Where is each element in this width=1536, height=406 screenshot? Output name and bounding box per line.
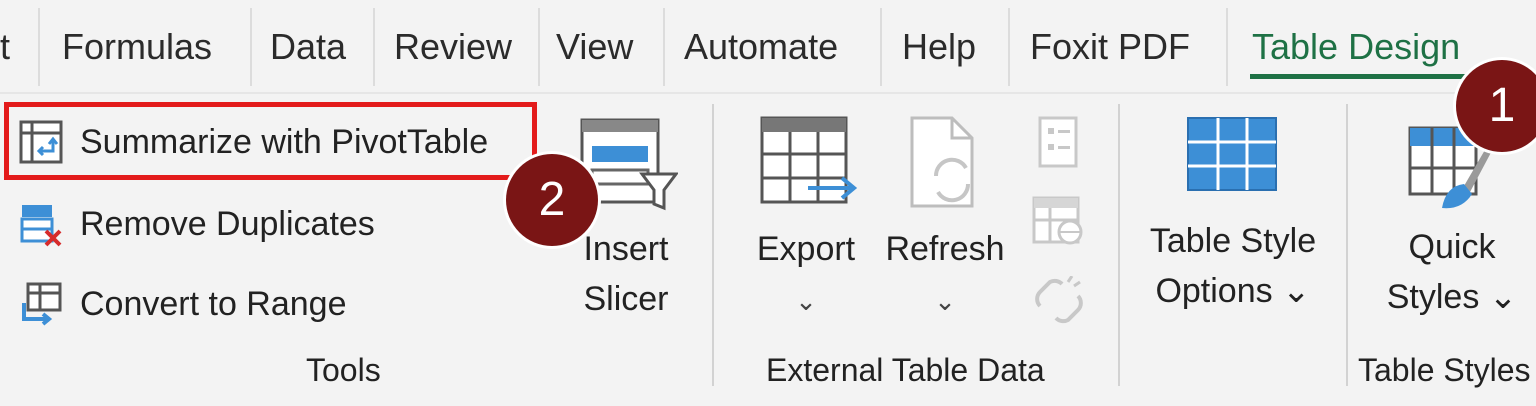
open-in-browser-icon[interactable] xyxy=(1032,196,1086,248)
highlight-box xyxy=(4,102,537,180)
insert-slicer-button[interactable]: Insert Slicer xyxy=(566,112,686,362)
unlink-icon[interactable] xyxy=(1032,276,1086,326)
tab-foxit-pdf[interactable]: Foxit PDF xyxy=(1030,22,1190,72)
refresh-chevron-icon[interactable]: ⌄ xyxy=(878,276,1012,326)
convert-to-range-icon xyxy=(22,282,62,326)
table-style-options-label-line1: Table Style xyxy=(1149,222,1317,260)
tab-separator xyxy=(538,8,540,86)
tab-help[interactable]: Help xyxy=(902,22,976,72)
external-table-data-group-label: External Table Data xyxy=(766,352,1045,388)
ribbon-tab-bar: t Formulas Data Review View Automate Hel… xyxy=(0,0,1536,92)
tab-view[interactable]: View xyxy=(556,22,633,72)
tab-data[interactable]: Data xyxy=(270,22,346,72)
insert-slicer-label-line2: Slicer xyxy=(583,280,669,318)
table-style-options-label-line2: Options ⌄ xyxy=(1155,272,1311,310)
tab-separator xyxy=(373,8,375,86)
export-label: Export xyxy=(756,230,856,268)
export-chevron-icon[interactable]: ⌄ xyxy=(746,276,866,326)
quick-styles-label-line2: Styles ⌄ xyxy=(1386,278,1518,316)
quick-styles-label-line1: Quick xyxy=(1408,228,1496,266)
convert-to-range-label: Convert to Range xyxy=(80,284,347,323)
tab-formulas[interactable]: Formulas xyxy=(62,22,212,72)
active-tab-underline xyxy=(1250,74,1488,79)
remove-duplicates-button[interactable]: Remove Duplicates xyxy=(18,196,375,252)
tab-separator xyxy=(663,8,665,86)
tab-automate[interactable]: Automate xyxy=(684,22,838,72)
group-separator xyxy=(712,104,714,386)
table-style-options-button[interactable]: Table Style Options ⌄ xyxy=(1136,116,1330,326)
tab-table-design[interactable]: Table Design xyxy=(1252,22,1460,72)
table-styles-group-label: Table Styles xyxy=(1358,352,1531,388)
remove-duplicates-label: Remove Duplicates xyxy=(80,204,375,243)
export-button[interactable]: Export ⌄ xyxy=(746,114,866,324)
tab-review[interactable]: Review xyxy=(394,22,512,72)
step-2-badge: 2 xyxy=(506,154,598,246)
tab-separator xyxy=(880,8,882,86)
refresh-label: Refresh xyxy=(885,230,1005,268)
table-style-options-icon xyxy=(1187,117,1277,191)
refresh-icon xyxy=(910,116,974,208)
tools-group-label: Tools xyxy=(306,352,381,388)
properties-icon[interactable] xyxy=(1036,116,1080,168)
remove-duplicates-icon xyxy=(20,205,62,247)
tab-layout-partial[interactable]: t xyxy=(0,22,10,72)
tab-separator xyxy=(1008,8,1010,86)
tab-separator xyxy=(250,8,252,86)
tab-separator xyxy=(1226,8,1228,86)
group-separator xyxy=(1118,104,1120,386)
tab-separator xyxy=(38,8,40,86)
refresh-button[interactable]: Refresh ⌄ xyxy=(878,114,1012,324)
convert-to-range-button[interactable]: Convert to Range xyxy=(18,276,347,332)
export-icon xyxy=(760,116,858,204)
group-separator xyxy=(1346,104,1348,386)
